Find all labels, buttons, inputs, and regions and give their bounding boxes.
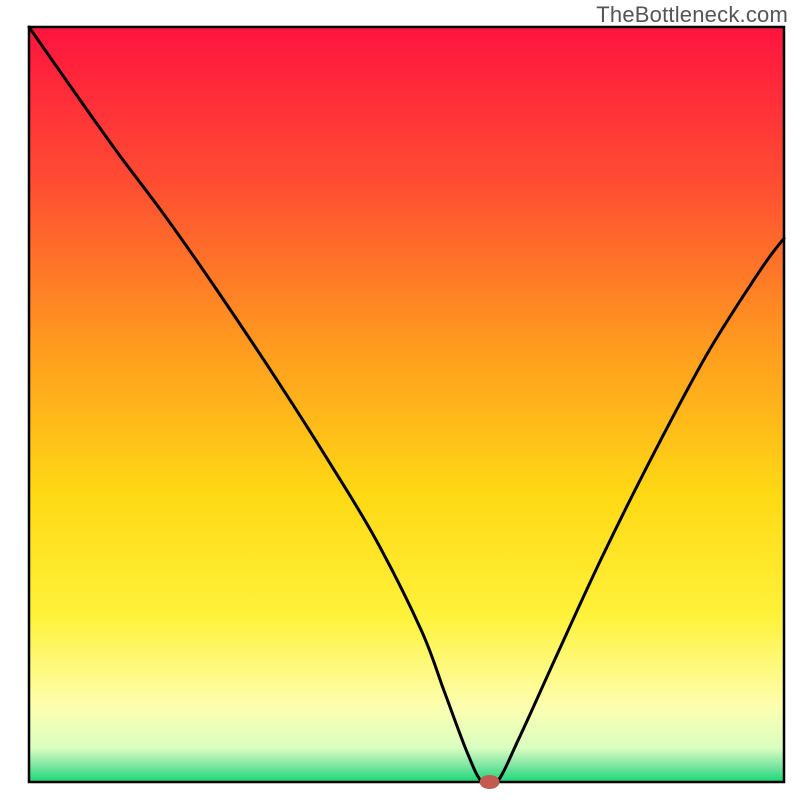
plot-background (29, 27, 784, 782)
optimal-marker (480, 775, 500, 789)
chart-frame: TheBottleneck.com (0, 0, 800, 800)
watermark-text: TheBottleneck.com (596, 2, 788, 28)
bottleneck-chart (0, 0, 800, 800)
